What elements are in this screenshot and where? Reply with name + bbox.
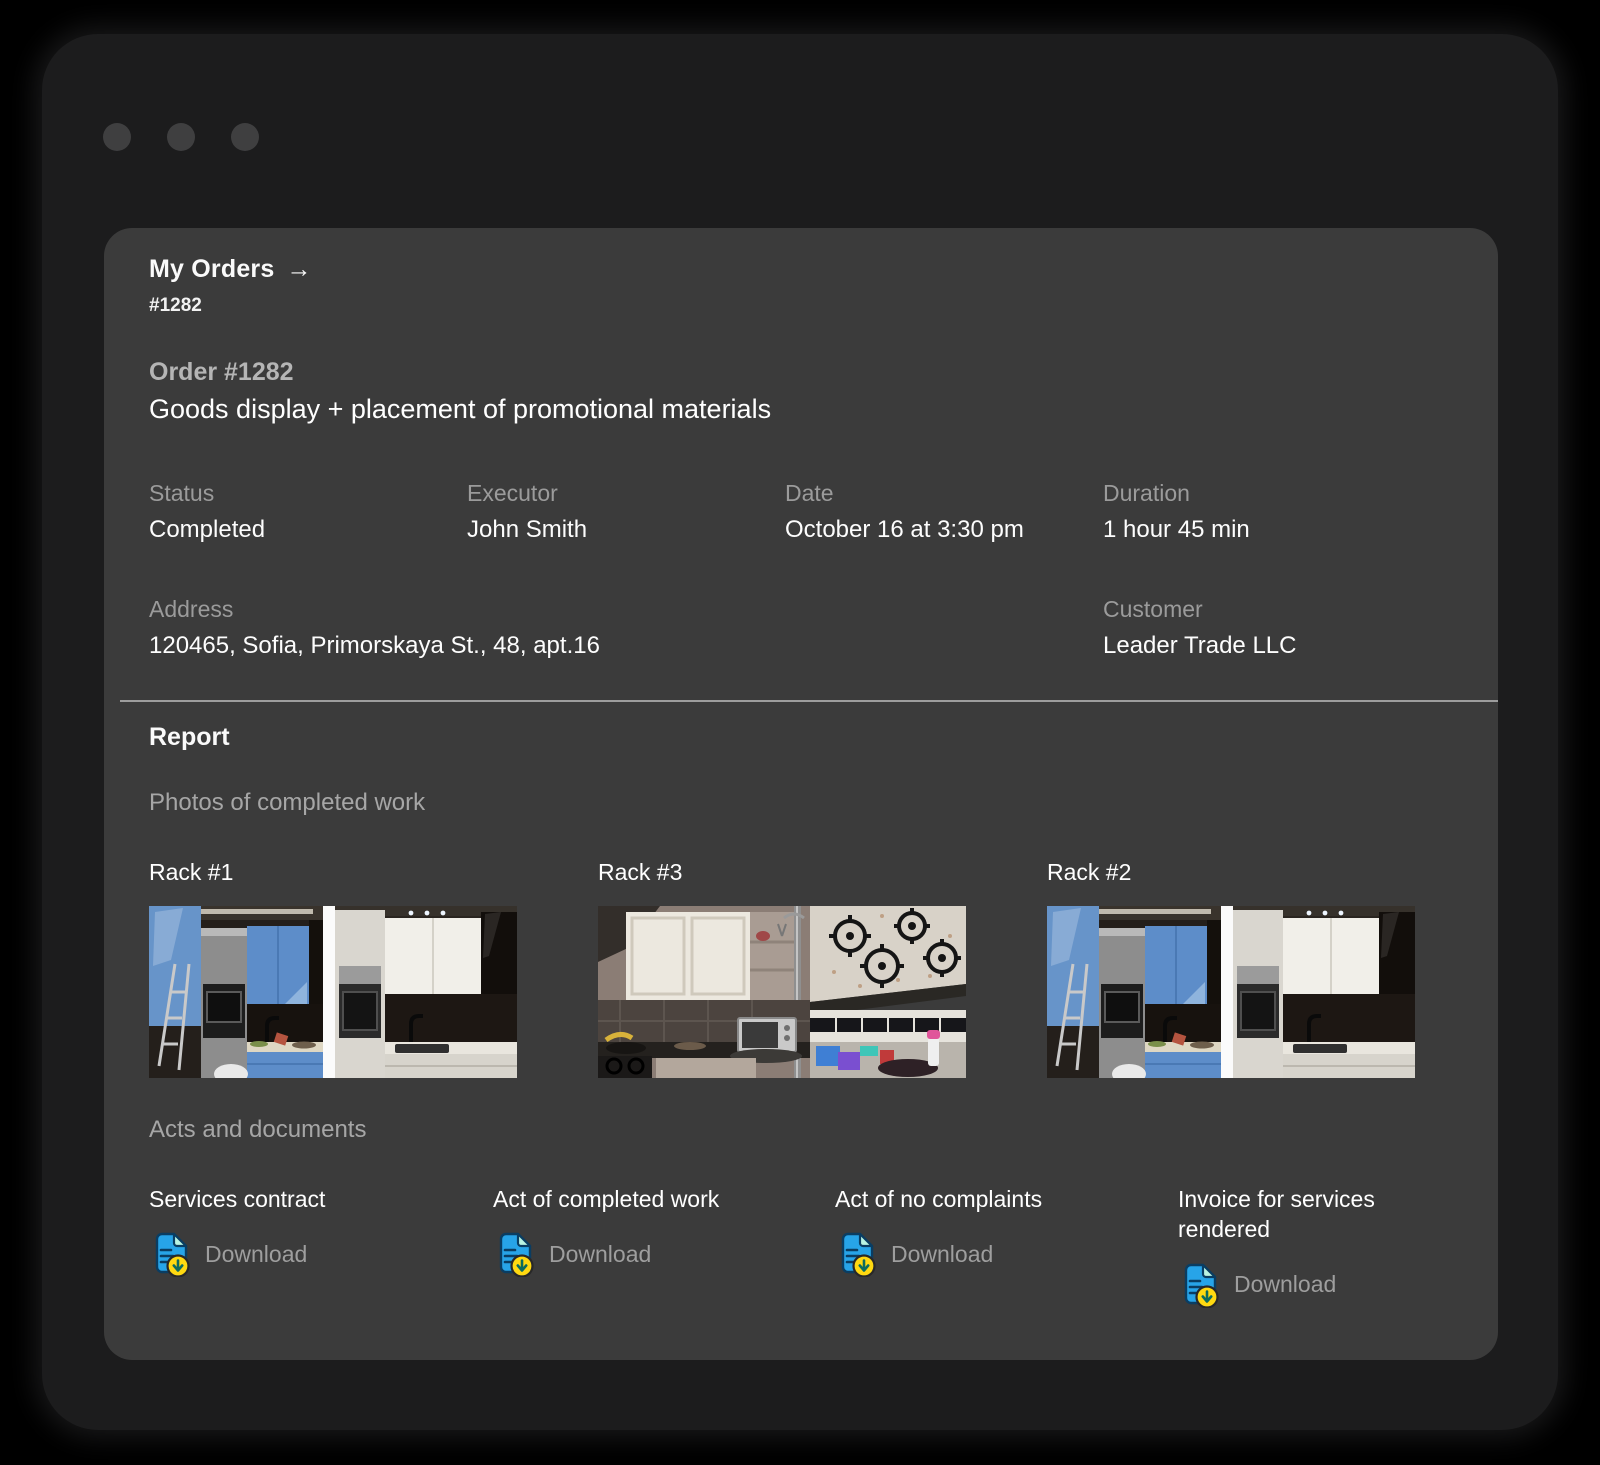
field-address-label: Address xyxy=(149,596,234,622)
document-title: Act of completed work xyxy=(493,1186,720,1212)
download-label: Download xyxy=(549,1240,652,1267)
field-duration: Duration 1 hour 45 min xyxy=(1103,480,1416,544)
rack-label: Rack #1 xyxy=(149,859,234,885)
rack-item: Rack #2 xyxy=(1047,859,1415,1078)
document-item: Invoice for services rendered Download xyxy=(1178,1184,1416,1308)
breadcrumb[interactable]: My Orders → xyxy=(149,255,1416,284)
rack-label: Rack #3 xyxy=(598,859,683,885)
download-button[interactable]: Download xyxy=(493,1231,652,1278)
download-label: Download xyxy=(205,1240,308,1267)
breadcrumb-my-orders-link[interactable]: My Orders xyxy=(149,255,274,284)
field-customer-label: Customer xyxy=(1103,596,1203,622)
field-executor-label: Executor xyxy=(467,480,558,506)
field-executor-value: John Smith xyxy=(467,516,588,543)
photos-heading: Photos of completed work xyxy=(149,789,426,816)
field-customer-value: Leader Trade LLC xyxy=(1103,632,1297,659)
window-controls xyxy=(103,123,259,151)
rack-item: Rack #1 xyxy=(149,859,517,1078)
breadcrumb-order-ref: #1282 xyxy=(149,295,202,316)
document-download-icon xyxy=(499,1233,534,1278)
document-item: Act of completed work Download xyxy=(493,1184,835,1308)
app-window: My Orders → #1282 Order #1282 Goods disp… xyxy=(42,34,1558,1430)
document-download-icon xyxy=(1184,1263,1219,1308)
field-executor: Executor John Smith xyxy=(467,480,785,544)
rack-photos-row: Rack #1 Rack #3 Rack #2 xyxy=(149,859,1416,1078)
field-address: Address 120465, Sofia, Primorskaya St., … xyxy=(149,596,1103,660)
order-title: Goods display + placement of promotional… xyxy=(149,394,772,424)
rack-photo[interactable] xyxy=(598,906,966,1078)
documents-row: Services contract Download Act of comple… xyxy=(149,1184,1416,1308)
order-card: My Orders → #1282 Order #1282 Goods disp… xyxy=(104,228,1498,1360)
document-download-icon xyxy=(841,1233,876,1278)
rack-photo[interactable] xyxy=(1047,906,1415,1078)
window-control-dot xyxy=(231,123,259,151)
order-heading: Order #1282 xyxy=(149,358,294,386)
document-title: Act of no complaints xyxy=(835,1186,1043,1212)
download-label: Download xyxy=(891,1240,994,1267)
report-heading: Report xyxy=(149,723,230,751)
field-duration-value: 1 hour 45 min xyxy=(1103,516,1250,543)
rack-photo[interactable] xyxy=(149,906,517,1078)
rack-item: Rack #3 xyxy=(598,859,966,1078)
field-address-value: 120465, Sofia, Primorskaya St., 48, apt.… xyxy=(149,632,600,659)
document-title: Invoice for services rendered xyxy=(1178,1186,1375,1243)
download-button[interactable]: Download xyxy=(835,1231,994,1278)
documents-heading: Acts and documents xyxy=(149,1116,367,1143)
download-label: Download xyxy=(1234,1271,1337,1298)
order-fields-row: Status Completed Executor John Smith Dat… xyxy=(149,480,1416,544)
document-title: Services contract xyxy=(149,1186,326,1212)
window-control-dot xyxy=(103,123,131,151)
download-button[interactable]: Download xyxy=(1178,1262,1336,1308)
order-address-row: Address 120465, Sofia, Primorskaya St., … xyxy=(149,596,1416,660)
section-divider xyxy=(120,700,1498,702)
download-button[interactable]: Download xyxy=(149,1231,308,1278)
field-status-value: Completed xyxy=(149,516,266,543)
field-status: Status Completed xyxy=(149,480,467,544)
field-date-value: October 16 at 3:30 pm xyxy=(785,516,1024,543)
document-item: Services contract Download xyxy=(149,1184,493,1308)
field-status-label: Status xyxy=(149,480,215,506)
window-control-dot xyxy=(167,123,195,151)
field-date: Date October 16 at 3:30 pm xyxy=(785,480,1103,544)
document-download-icon xyxy=(155,1233,190,1278)
field-duration-label: Duration xyxy=(1103,480,1190,506)
rack-label: Rack #2 xyxy=(1047,859,1132,885)
field-customer: Customer Leader Trade LLC xyxy=(1103,596,1416,660)
field-date-label: Date xyxy=(785,480,834,506)
arrow-right-icon: → xyxy=(286,255,312,283)
document-item: Act of no complaints Download xyxy=(835,1184,1178,1308)
